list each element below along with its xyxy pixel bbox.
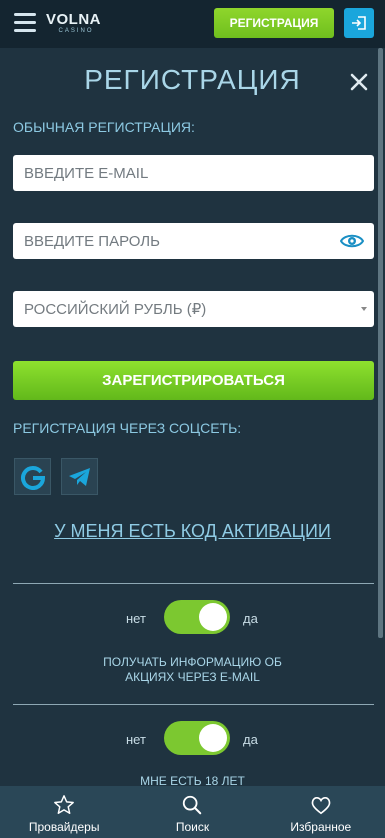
activation-code-link[interactable]: У меня есть код активации bbox=[0, 521, 385, 542]
logo-main: VOLNA bbox=[46, 11, 101, 28]
bottom-nav: Провайдеры Поиск Избранное bbox=[0, 786, 385, 838]
close-icon[interactable] bbox=[347, 70, 371, 94]
scrollbar[interactable] bbox=[378, 48, 383, 638]
divider bbox=[13, 704, 374, 705]
nav-favorites-label: Избранное bbox=[290, 820, 352, 834]
logo-sub: CASINO bbox=[58, 28, 94, 34]
age-toggle[interactable] bbox=[164, 721, 230, 755]
submit-button[interactable]: Зарегистрироваться bbox=[13, 361, 374, 400]
eye-icon[interactable] bbox=[340, 232, 364, 250]
email-field[interactable] bbox=[13, 155, 374, 191]
nav-providers[interactable]: Провайдеры bbox=[0, 786, 128, 838]
page-title: РЕГИСТРАЦИЯ bbox=[84, 64, 301, 95]
telegram-icon bbox=[68, 467, 90, 486]
register-button[interactable]: Регистрация bbox=[214, 8, 334, 38]
regular-registration-label: Обычная регистрация: bbox=[13, 119, 195, 135]
nav-search[interactable]: Поиск bbox=[128, 786, 256, 838]
toggle-yes-label: да bbox=[243, 611, 258, 626]
email-input[interactable] bbox=[24, 164, 324, 182]
login-button[interactable] bbox=[344, 8, 374, 38]
heart-icon bbox=[311, 796, 331, 815]
google-button[interactable] bbox=[14, 458, 51, 495]
password-field[interactable] bbox=[13, 223, 374, 259]
currency-value: РОССИЙСКИЙ РУБЛЬ (₽) bbox=[24, 301, 207, 318]
star-icon bbox=[54, 795, 75, 814]
currency-select[interactable]: РОССИЙСКИЙ РУБЛЬ (₽) bbox=[13, 291, 374, 327]
promo-email-toggle[interactable] bbox=[164, 600, 230, 634]
toggle-yes-label: да bbox=[243, 732, 258, 747]
promo-toggle-caption: ПОЛУЧАТЬ ИНФОРМАЦИЮ ОБ АКЦИЯХ ЧЕРЕЗ E-MA… bbox=[103, 655, 282, 684]
toggle-no-label: нет bbox=[126, 732, 146, 747]
divider bbox=[13, 583, 374, 584]
nav-favorites[interactable]: Избранное bbox=[257, 786, 385, 838]
telegram-button[interactable] bbox=[61, 458, 98, 495]
toggle-knob bbox=[199, 603, 227, 631]
login-icon bbox=[352, 16, 366, 30]
password-input[interactable] bbox=[24, 232, 324, 250]
registration-panel: РЕГИСТРАЦИЯ Обычная регистрация: РОССИЙС… bbox=[0, 48, 385, 788]
social-registration-label: Регистрация через соцсеть: bbox=[13, 420, 242, 436]
promo-toggle-row: нет да bbox=[0, 600, 385, 636]
age-toggle-row: нет да bbox=[0, 721, 385, 757]
menu-icon[interactable] bbox=[14, 13, 36, 33]
chevron-down-icon bbox=[361, 307, 367, 311]
top-header: VOLNA CASINO Регистрация bbox=[0, 0, 385, 48]
logo[interactable]: VOLNA CASINO bbox=[46, 12, 112, 38]
nav-providers-label: Провайдеры bbox=[28, 820, 100, 834]
nav-search-label: Поиск bbox=[175, 820, 210, 834]
search-icon bbox=[183, 795, 202, 815]
google-icon bbox=[20, 465, 45, 490]
toggle-no-label: нет bbox=[126, 611, 146, 626]
toggle-knob bbox=[199, 724, 227, 752]
